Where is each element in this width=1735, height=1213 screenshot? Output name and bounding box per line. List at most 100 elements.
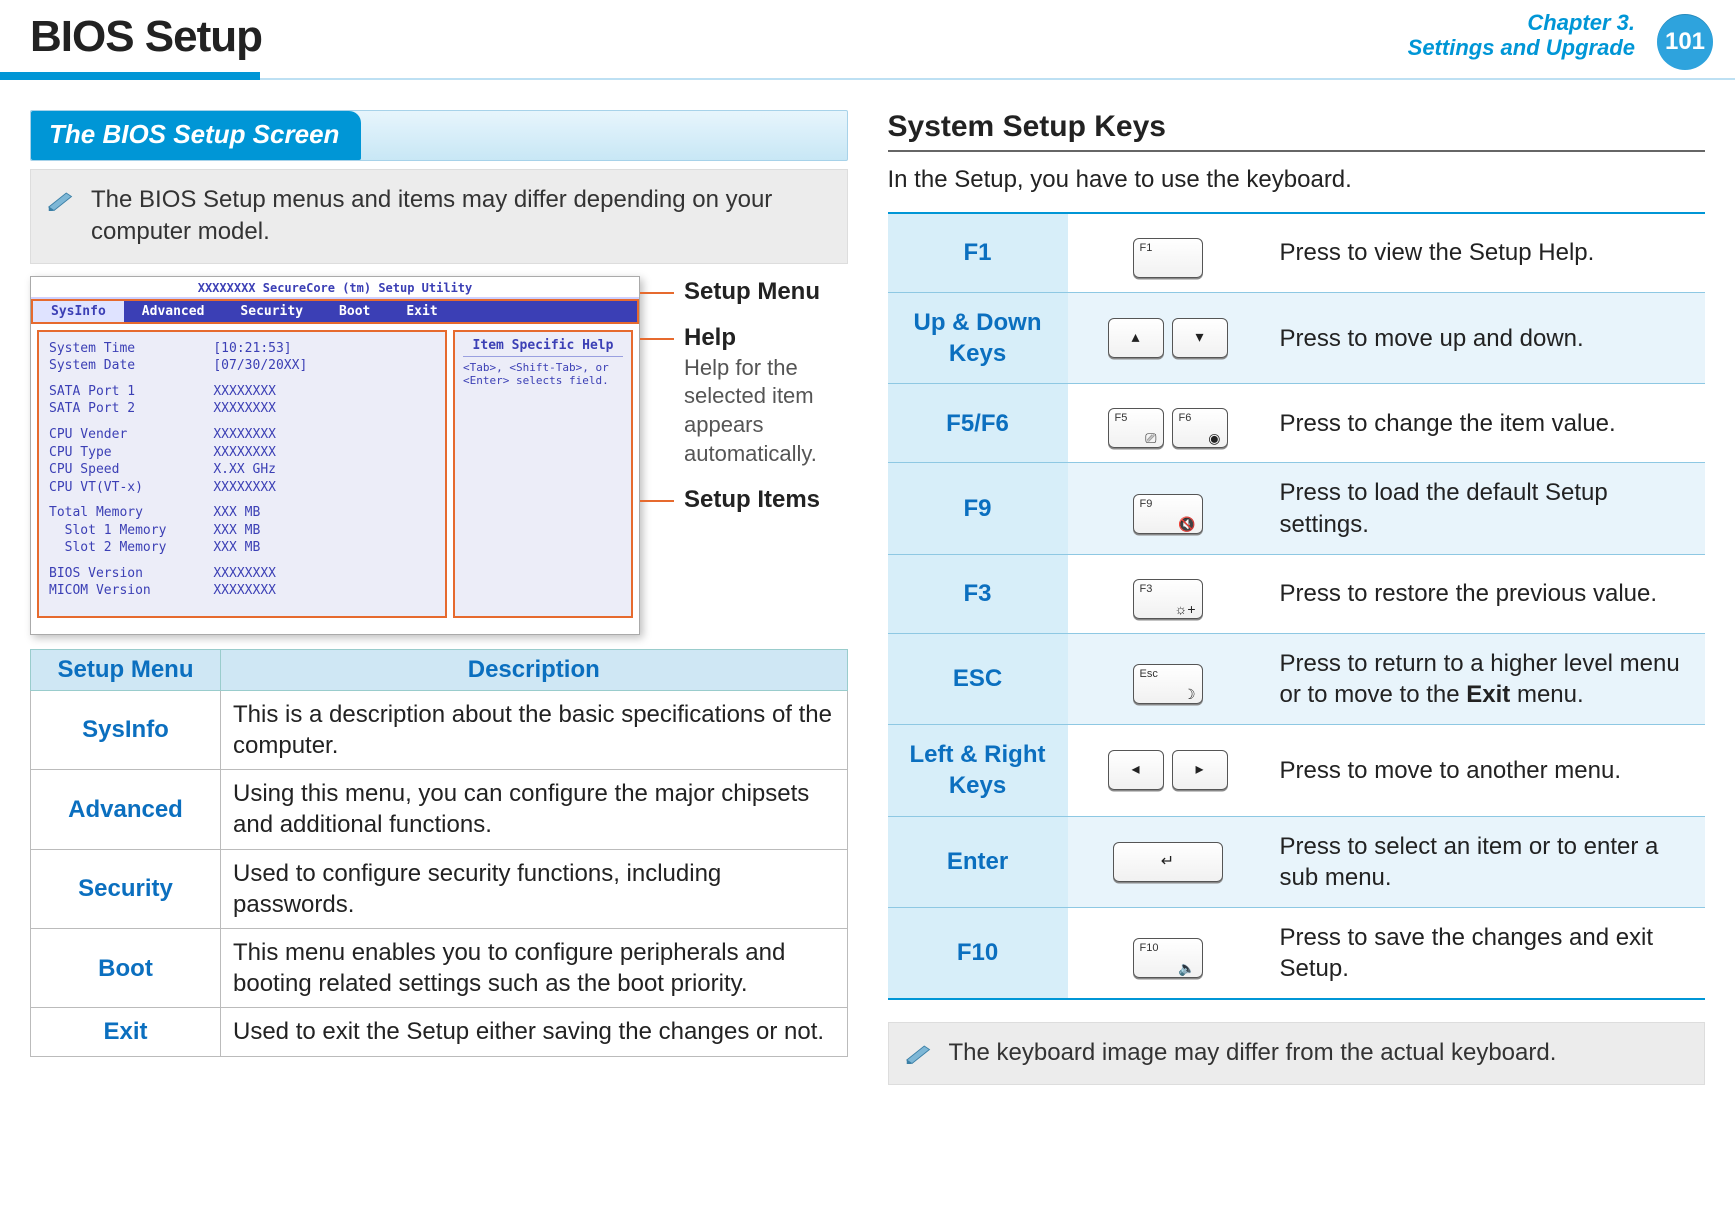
menu-table-header-desc: Description [221,649,848,690]
keycap-glyph: ☽ [1183,687,1196,701]
keycap-glyph: ◉ [1208,431,1220,445]
keycap-label: F9 [1140,497,1153,511]
title-accent [0,72,260,80]
keycap-label: F1 [1140,241,1153,255]
key-name: F9 [888,463,1068,554]
key-icon-cell: F1 [1068,213,1268,293]
bios-menu-security: Security [222,301,321,322]
key-name: F1 [888,213,1068,293]
menu-name: Boot [31,929,221,1008]
keycap-icon: ▴ [1108,318,1164,358]
keycap-glyph: ☼+ [1174,602,1195,616]
chapter-line1: Chapter 3. [1408,10,1635,35]
chapter-label: Chapter 3. Settings and Upgrade [1408,10,1635,61]
key-name: Enter [888,816,1068,907]
table-row: ExitUsed to exit the Setup either saving… [31,1008,848,1056]
key-desc: Press to save the changes and exit Setup… [1268,907,1706,999]
menu-name: Security [31,849,221,928]
page-header: BIOS Setup Chapter 3. Settings and Upgra… [0,0,1735,80]
key-name: ESC [888,633,1068,724]
menu-table-header-menu: Setup Menu [31,649,221,690]
key-icon-cell: ◂▸ [1068,725,1268,816]
bios-menu-sysinfo: SysInfo [33,301,124,322]
key-name: Left & Right Keys [888,725,1068,816]
bios-help-title: Item Specific Help [463,338,623,357]
keys-table-body: F1F1Press to view the Setup Help.Up & Do… [888,213,1706,999]
menu-desc: This menu enables you to configure perip… [221,929,848,1008]
table-row: F10 F10 🔈 Press to save the changes and exi… [888,907,1706,999]
keycap-label: F3 [1140,582,1153,596]
keycap-label: F10 [1140,941,1159,955]
table-row: SysInfoThis is a description about the b… [31,690,848,769]
menu-desc: Used to configure security functions, in… [221,849,848,928]
callout-help-sub: Help for the selected item appears autom… [684,354,848,468]
left-column: The BIOS Setup Screen The BIOS Setup men… [30,110,848,1097]
bios-note-text: The BIOS Setup menus and items may diffe… [91,186,772,245]
table-row: ESC Esc ☽ Press to return to a higher level… [888,633,1706,724]
keycap-glyph: ↵ [1161,854,1174,870]
menu-desc: This is a description about the basic sp… [221,690,848,769]
bios-menu-boot: Boot [321,301,388,322]
table-row: AdvancedUsing this menu, you can configu… [31,770,848,849]
table-row: F9F9🔇Press to load the default Setup set… [888,463,1706,554]
menu-desc: Used to exit the Setup either saving the… [221,1008,848,1056]
bios-screenshot-with-callouts: XXXXXXXX SecureCore (tm) Setup Utility S… [30,276,848,635]
keyboard-note-text: The keyboard image may differ from the a… [949,1039,1557,1066]
keycap-icon: F1 [1133,238,1203,278]
bios-menu-bar: SysInfo Advanced Security Boot Exit [31,299,639,324]
menu-name: SysInfo [31,690,221,769]
table-row: F3F3☼+Press to restore the previous valu… [888,554,1706,633]
callout-help: Help Help for the selected item appears … [650,324,848,468]
menu-name: Advanced [31,770,221,849]
key-desc: Press to view the Setup Help. [1268,213,1706,293]
key-desc: Press to return to a higher level menu o… [1268,633,1706,724]
callout-setup-items: Setup Items [650,486,848,514]
key-icon-cell: Esc ☽ [1068,633,1268,724]
bios-window-title: XXXXXXXX SecureCore (tm) Setup Utility [31,277,639,299]
key-desc: Press to select an item or to enter a su… [1268,816,1706,907]
keycap-glyph: 🔇 [1178,517,1195,531]
sysinfo-group-2: SATA Port 1 XXXXXXXX SATA Port 2 XXXXXXX… [49,383,435,418]
keycap-glyph: ◂ [1131,762,1139,778]
table-row: Up & Down Keys ▴▾ Press to move up and dow… [888,293,1706,384]
key-desc: Press to change the item value. [1268,384,1706,463]
keycap-icon: F3 ☼+ [1133,579,1203,619]
keycap-icon: ◂ [1108,750,1164,790]
key-desc: Press to move up and down. [1268,293,1706,384]
keycap-label: Esc [1140,667,1158,681]
section-tab-label: The BIOS Setup Screen [31,111,361,160]
keycap-label: F5 [1115,411,1128,425]
note-icon [47,188,75,210]
right-column: System Setup Keys In the Setup, you have… [888,110,1706,1097]
chapter-line2: Settings and Upgrade [1408,35,1635,60]
sysinfo-group-1: System Time [10:21:53] System Date [07/3… [49,340,435,375]
bios-screenshot: XXXXXXXX SecureCore (tm) Setup Utility S… [30,276,640,635]
key-name: F3 [888,554,1068,633]
sysinfo-group-3: CPU Vender XXXXXXXX CPU Type XXXXXXXX CP… [49,426,435,496]
key-icon-cell: F3 ☼+ [1068,554,1268,633]
key-icon-cell: F9 🔇 [1068,463,1268,554]
menu-name: Exit [31,1008,221,1056]
table-row: F1 F1 Press to view the Setup Help. [888,213,1706,293]
key-icon-cell: F5⎚F6◉ [1068,384,1268,463]
keycap-icon: ▸ [1172,750,1228,790]
table-row: Left & Right Keys◂▸Press to move to anot… [888,725,1706,816]
note-icon [905,1041,933,1063]
table-row: Enter ↵ Press to select an item or to ente… [888,816,1706,907]
key-name: F5/F6 [888,384,1068,463]
keycap-icon: ↵ [1113,842,1223,882]
system-setup-keys-intro: In the Setup, you have to use the keyboa… [888,166,1706,194]
key-name: Up & Down Keys [888,293,1068,384]
keycap-icon: ▾ [1172,318,1228,358]
bios-menu-advanced: Advanced [124,301,223,322]
keycap-icon: Esc ☽ [1133,664,1203,704]
key-icon-cell: F10 🔈 [1068,907,1268,999]
system-setup-keys-heading: System Setup Keys [888,110,1706,152]
keycap-glyph: 🔈 [1178,961,1195,975]
menu-table-body: SysInfoThis is a description about the b… [31,690,848,1056]
section-tab: The BIOS Setup Screen [30,110,848,161]
menu-desc: Using this menu, you can configure the m… [221,770,848,849]
key-name: F10 [888,907,1068,999]
keycap-icon: F6◉ [1172,408,1228,448]
bios-help-text: <Tab>, <Shift-Tab>, or <Enter> selects f… [463,361,623,387]
